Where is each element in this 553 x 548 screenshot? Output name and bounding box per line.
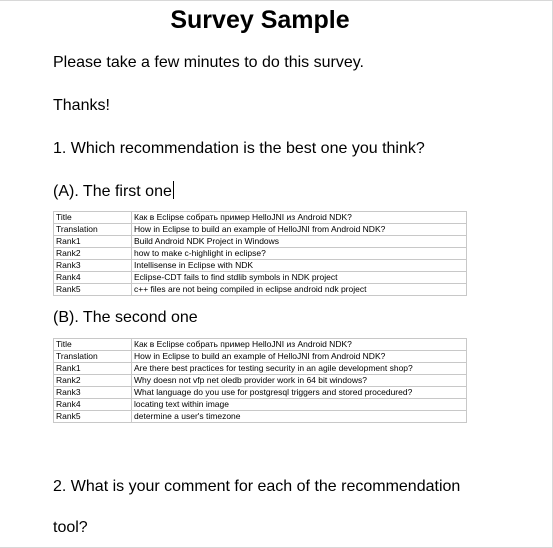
row-value: Why doesn not vfp net oledb provider wor… [131,374,467,387]
row-key: Rank2 [53,247,132,260]
option-a-heading[interactable]: (A). The first one [53,181,174,202]
row-key: Translation [53,223,132,236]
option-b-label[interactable]: (B). The second one [53,308,198,328]
table-row: Rank4 Eclipse-CDT fails to find stdlib sy… [53,271,467,284]
row-value: Are there best practices for testing sec… [131,362,467,375]
row-value: determine a user's timezone [131,410,467,423]
table-row: Rank1 Build Android NDK Project in Window… [53,235,467,248]
row-key: Rank4 [53,398,132,411]
row-value: How in Eclipse to build an example of He… [131,350,467,363]
table-row: Rank4 locating text within image [53,398,467,411]
option-a-table: Title Как в Eclipse собрать пример HelloJ… [53,211,467,296]
row-value: Build Android NDK Project in Windows [131,235,467,248]
row-key: Rank1 [53,235,132,248]
row-key: Rank5 [53,410,132,423]
thanks-text: Thanks! [53,97,110,114]
question-2-line-1: 2. What is your comment for each of the … [53,478,461,495]
table-row: Translation How in Eclipse to build an ex… [53,350,467,363]
text-cursor [172,181,174,199]
row-key: Translation [53,350,132,363]
row-value: how to make c-highlight in eclipse? [131,247,467,260]
question-1: 1. Which recommendation is the best one … [53,140,425,157]
row-key: Rank2 [53,374,132,387]
row-value: What language do you use for postgresql … [131,386,467,399]
row-value: c++ files are not being compiled in ecli… [131,283,467,296]
row-value: locating text within image [131,398,467,411]
table-row: Title Как в Eclipse собрать пример HelloJ… [53,211,467,224]
option-a-label: (A). The first one [53,183,172,200]
row-key: Rank5 [53,283,132,296]
table-row: Rank1 Are there best practices for testin… [53,362,467,375]
row-key: Rank3 [53,259,132,272]
row-value: How in Eclipse to build an example of He… [131,223,467,236]
row-value: Eclipse-CDT fails to find stdlib symbols… [131,271,467,284]
row-value: Как в Eclipse собрать пример HelloJNI из… [131,211,467,224]
table-row: Translation How in Eclipse to build an ex… [53,223,467,236]
table-row: Rank2 Why doesn not vfp net oledb provide… [53,374,467,387]
table-row: Rank3 Intellisense in Eclipse with NDK [53,259,467,272]
table-row: Rank2 how to make c-highlight in eclipse? [53,247,467,260]
row-key: Title [53,211,132,224]
table-row: Rank5 c++ files are not being compiled in… [53,283,467,296]
question-2-line-2: tool? [53,519,88,536]
survey-title: Survey Sample [170,6,350,34]
row-key: Rank4 [53,271,132,284]
table-row: Rank5 determine a user's timezone [53,410,467,423]
option-b-table: Title Как в Eclipse собрать пример HelloJ… [53,338,467,423]
page-border-top [0,0,553,1]
intro-text: Please take a few minutes to do this sur… [53,54,364,71]
row-value: Intellisense in Eclipse with NDK [131,259,467,272]
row-key: Rank3 [53,386,132,399]
row-key: Title [53,338,132,351]
table-row: Title Как в Eclipse собрать пример HelloJ… [53,338,467,351]
row-key: Rank1 [53,362,132,375]
row-value: Как в Eclipse собрать пример HelloJNI из… [131,338,467,351]
table-row: Rank3 What language do you use for postgr… [53,386,467,399]
